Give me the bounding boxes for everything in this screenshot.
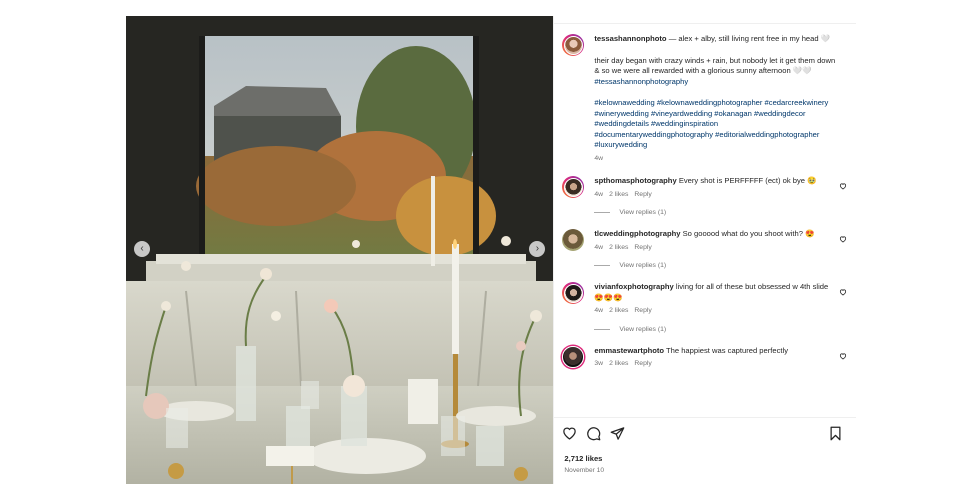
comment-username[interactable]: vivianfoxphotography [594, 282, 673, 291]
post-date: November 10 [564, 467, 604, 474]
comment: vivianfoxphotography living for all of t… [554, 282, 856, 317]
comments-list[interactable]: tessashannonphoto — alex + alby, still l… [554, 24, 856, 416]
comment: tlcweddingphotography So gooood what do … [554, 229, 856, 253]
comment-username[interactable]: tlcweddingphotography [594, 229, 680, 238]
view-replies-label: View replies (1) [619, 262, 667, 269]
comment: spthomasphotography Every shot is PERFFF… [554, 176, 856, 200]
caption-timestamp: 4w [594, 154, 604, 162]
comment-username[interactable]: emmastewartphoto [594, 346, 664, 355]
avatar[interactable] [562, 229, 585, 251]
like-comment-button[interactable] [838, 346, 848, 370]
comment-text: So gooood what do you shoot with? 😍 [682, 229, 815, 238]
avatar[interactable] [562, 282, 585, 304]
caption-hashtags[interactable]: #kelownawedding #kelownaweddingphotograp… [594, 98, 838, 151]
like-comment-button[interactable] [838, 282, 848, 317]
paper-plane-icon [611, 426, 625, 440]
view-replies-label: View replies (1) [619, 325, 667, 333]
bookmark-icon [830, 426, 841, 440]
heart-icon [563, 427, 577, 440]
likes-count[interactable]: 2,712 likes [564, 454, 602, 463]
view-replies-label: View replies (1) [619, 209, 667, 216]
instagram-post: ‹ › tessashannonphoto — alex + alby, sti… [126, 16, 856, 484]
caption-username[interactable]: tessashannonphoto [594, 34, 666, 43]
comment-time: 4w [594, 190, 604, 198]
comment-time: 4w [594, 307, 604, 314]
heart-icon [839, 236, 847, 243]
comment-time: 3w [594, 360, 604, 367]
comment-likes[interactable]: 2 likes [609, 307, 628, 314]
post-photo: ‹ › [126, 16, 554, 484]
caption: tessashannonphoto — alex + alby, still l… [554, 34, 856, 164]
like-comment-button[interactable] [838, 176, 848, 200]
chevron-right-icon: › [535, 243, 540, 254]
caption-text-line2: their day began with crazy winds + rain,… [594, 55, 836, 76]
comment-likes[interactable]: 2 likes [609, 191, 628, 198]
avatar[interactable] [562, 34, 585, 56]
comment-icon [587, 426, 601, 440]
comment-text: The happiest was captured perfectly [666, 345, 789, 355]
reply-button[interactable]: Reply [634, 307, 651, 314]
post-actions [562, 425, 848, 441]
heart-icon [839, 183, 847, 190]
caption-hashtag-link[interactable]: #tessashannonphotography [594, 77, 688, 86]
wedding-table-photo [126, 16, 554, 484]
avatar[interactable] [562, 176, 585, 198]
save-button[interactable] [829, 426, 842, 441]
comment-likes[interactable]: 2 likes [609, 360, 628, 367]
heart-icon [839, 353, 847, 359]
divider [554, 417, 856, 418]
heart-icon [839, 289, 847, 296]
comment-username[interactable]: spthomasphotography [594, 176, 676, 185]
view-replies-button[interactable]: View replies (1) [594, 209, 856, 216]
share-button[interactable] [610, 426, 625, 441]
avatar[interactable] [562, 345, 585, 368]
chevron-left-icon: ‹ [140, 243, 144, 254]
previous-slide-button[interactable]: ‹ [134, 241, 150, 257]
like-comment-button[interactable] [838, 229, 848, 253]
view-replies-button[interactable]: View replies (1) [594, 262, 856, 269]
comment-button[interactable] [586, 426, 601, 441]
comment: emmastewartphoto The happiest was captur… [554, 345, 856, 370]
comment-likes[interactable]: 2 likes [609, 244, 628, 251]
like-button[interactable] [562, 426, 577, 440]
comment-time: 4w [594, 243, 604, 251]
reply-button[interactable]: Reply [634, 360, 651, 367]
view-replies-button[interactable]: View replies (1) [594, 326, 856, 333]
comment-text: Every shot is PERFFFFF (ect) ok bye 🥹 [678, 176, 817, 185]
reply-button[interactable]: Reply [634, 191, 651, 198]
reply-button[interactable]: Reply [634, 244, 651, 251]
post-sidebar: tessashannonphoto — alex + alby, still l… [553, 16, 856, 484]
caption-text-line1: — alex + alby, still living rent free in… [668, 34, 831, 43]
